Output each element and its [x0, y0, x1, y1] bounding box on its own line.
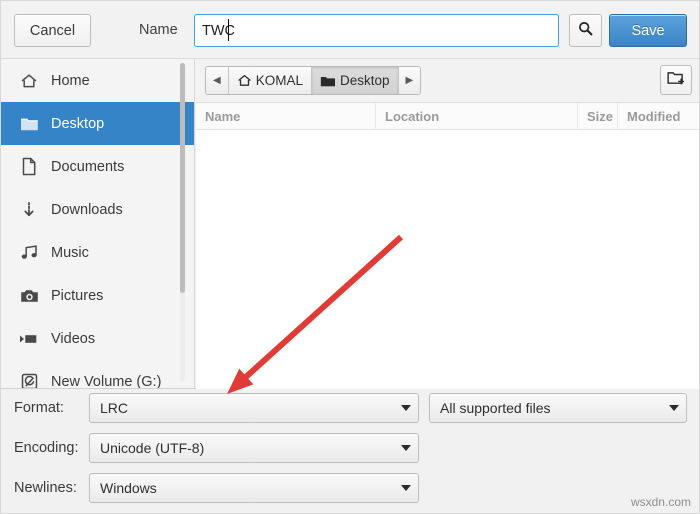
format-value: LRC — [100, 400, 129, 416]
file-list-column-headers: Name Location Size Modified — [196, 103, 699, 130]
file-filter-value: All supported files — [440, 400, 551, 416]
encoding-value: Unicode (UTF-8) — [100, 440, 205, 456]
chevron-down-icon — [662, 405, 686, 411]
sidebar-item-label: Desktop — [51, 115, 105, 132]
breadcrumb-back-button[interactable]: ◀ — [206, 67, 229, 94]
newlines-label: Newlines: — [14, 480, 77, 496]
newlines-dropdown[interactable]: Windows — [89, 473, 419, 503]
chevron-down-icon — [394, 445, 418, 451]
breadcrumb-label: Desktop — [339, 73, 390, 88]
home-icon — [237, 73, 252, 88]
file-filter-dropdown[interactable]: All supported files — [429, 393, 687, 423]
column-header-modified[interactable]: Modified — [618, 103, 699, 130]
document-icon — [18, 157, 40, 177]
format-label: Format: — [14, 400, 64, 416]
column-header-name[interactable]: Name — [196, 103, 376, 130]
breadcrumb-forward-button[interactable]: ▶ — [398, 67, 421, 94]
sidebar-item-desktop[interactable]: Desktop — [1, 102, 194, 145]
file-browser-pane: ◀ KOMAL Desktop ▶ Name Location Size Mod… — [196, 59, 699, 389]
sidebar-item-home[interactable]: Home — [1, 59, 194, 102]
encoding-dropdown[interactable]: Unicode (UTF-8) — [89, 433, 419, 463]
download-icon — [18, 200, 40, 220]
video-icon — [18, 329, 40, 349]
sidebar-item-label: Videos — [51, 330, 96, 347]
sidebar-item-label: Home — [51, 72, 90, 89]
sidebar-item-new-volume-g[interactable]: New Volume (G:) — [1, 360, 194, 389]
name-field-label: Name — [139, 22, 178, 38]
file-list[interactable] — [196, 130, 699, 389]
sidebar-item-label: New Volume (G:) — [51, 373, 162, 390]
breadcrumb: ◀ KOMAL Desktop ▶ — [205, 66, 422, 95]
filename-input[interactable] — [194, 14, 559, 47]
new-folder-icon — [667, 70, 685, 90]
sidebar-item-music[interactable]: Music — [1, 231, 194, 274]
sidebar-scrollbar-thumb[interactable] — [180, 63, 185, 293]
chevron-down-icon — [394, 485, 418, 491]
dialog-header: Cancel Name Save — [1, 1, 699, 59]
column-header-size[interactable]: Size — [578, 103, 618, 130]
music-note-icon — [18, 243, 40, 263]
breadcrumb-item-desktop[interactable]: Desktop — [311, 67, 399, 94]
format-dropdown[interactable]: LRC — [89, 393, 419, 423]
search-icon — [578, 21, 593, 40]
path-bar: ◀ KOMAL Desktop ▶ — [196, 59, 699, 103]
save-options-panel: Format: LRC All supported files Encoding… — [1, 389, 699, 513]
column-header-location[interactable]: Location — [376, 103, 578, 130]
camera-icon — [18, 286, 40, 306]
sidebar-item-label: Music — [51, 244, 89, 261]
cancel-button[interactable]: Cancel — [14, 14, 91, 47]
sidebar-item-downloads[interactable]: Downloads — [1, 188, 194, 231]
text-caret — [228, 19, 229, 41]
newlines-value: Windows — [100, 480, 157, 496]
places-sidebar: Home Desktop Documents Downloads Music P… — [1, 59, 195, 389]
save-button[interactable]: Save — [609, 14, 687, 47]
new-folder-button[interactable] — [660, 65, 692, 95]
chevron-down-icon — [394, 405, 418, 411]
search-button[interactable] — [569, 14, 602, 47]
sidebar-item-label: Documents — [51, 158, 125, 175]
watermark: wsxdn.com — [630, 495, 691, 509]
drive-icon — [18, 372, 40, 389]
folder-icon — [320, 74, 336, 88]
encoding-label: Encoding: — [14, 440, 79, 456]
sidebar-item-label: Pictures — [51, 287, 104, 304]
folder-icon — [18, 114, 40, 134]
home-icon — [18, 71, 40, 91]
save-file-dialog: Cancel Name Save Home — [0, 0, 700, 514]
sidebar-item-label: Downloads — [51, 201, 123, 218]
breadcrumb-label: KOMAL — [255, 73, 303, 88]
sidebar-item-documents[interactable]: Documents — [1, 145, 194, 188]
breadcrumb-item-komal[interactable]: KOMAL — [228, 67, 312, 94]
sidebar-item-pictures[interactable]: Pictures — [1, 274, 194, 317]
sidebar-item-videos[interactable]: Videos — [1, 317, 194, 360]
